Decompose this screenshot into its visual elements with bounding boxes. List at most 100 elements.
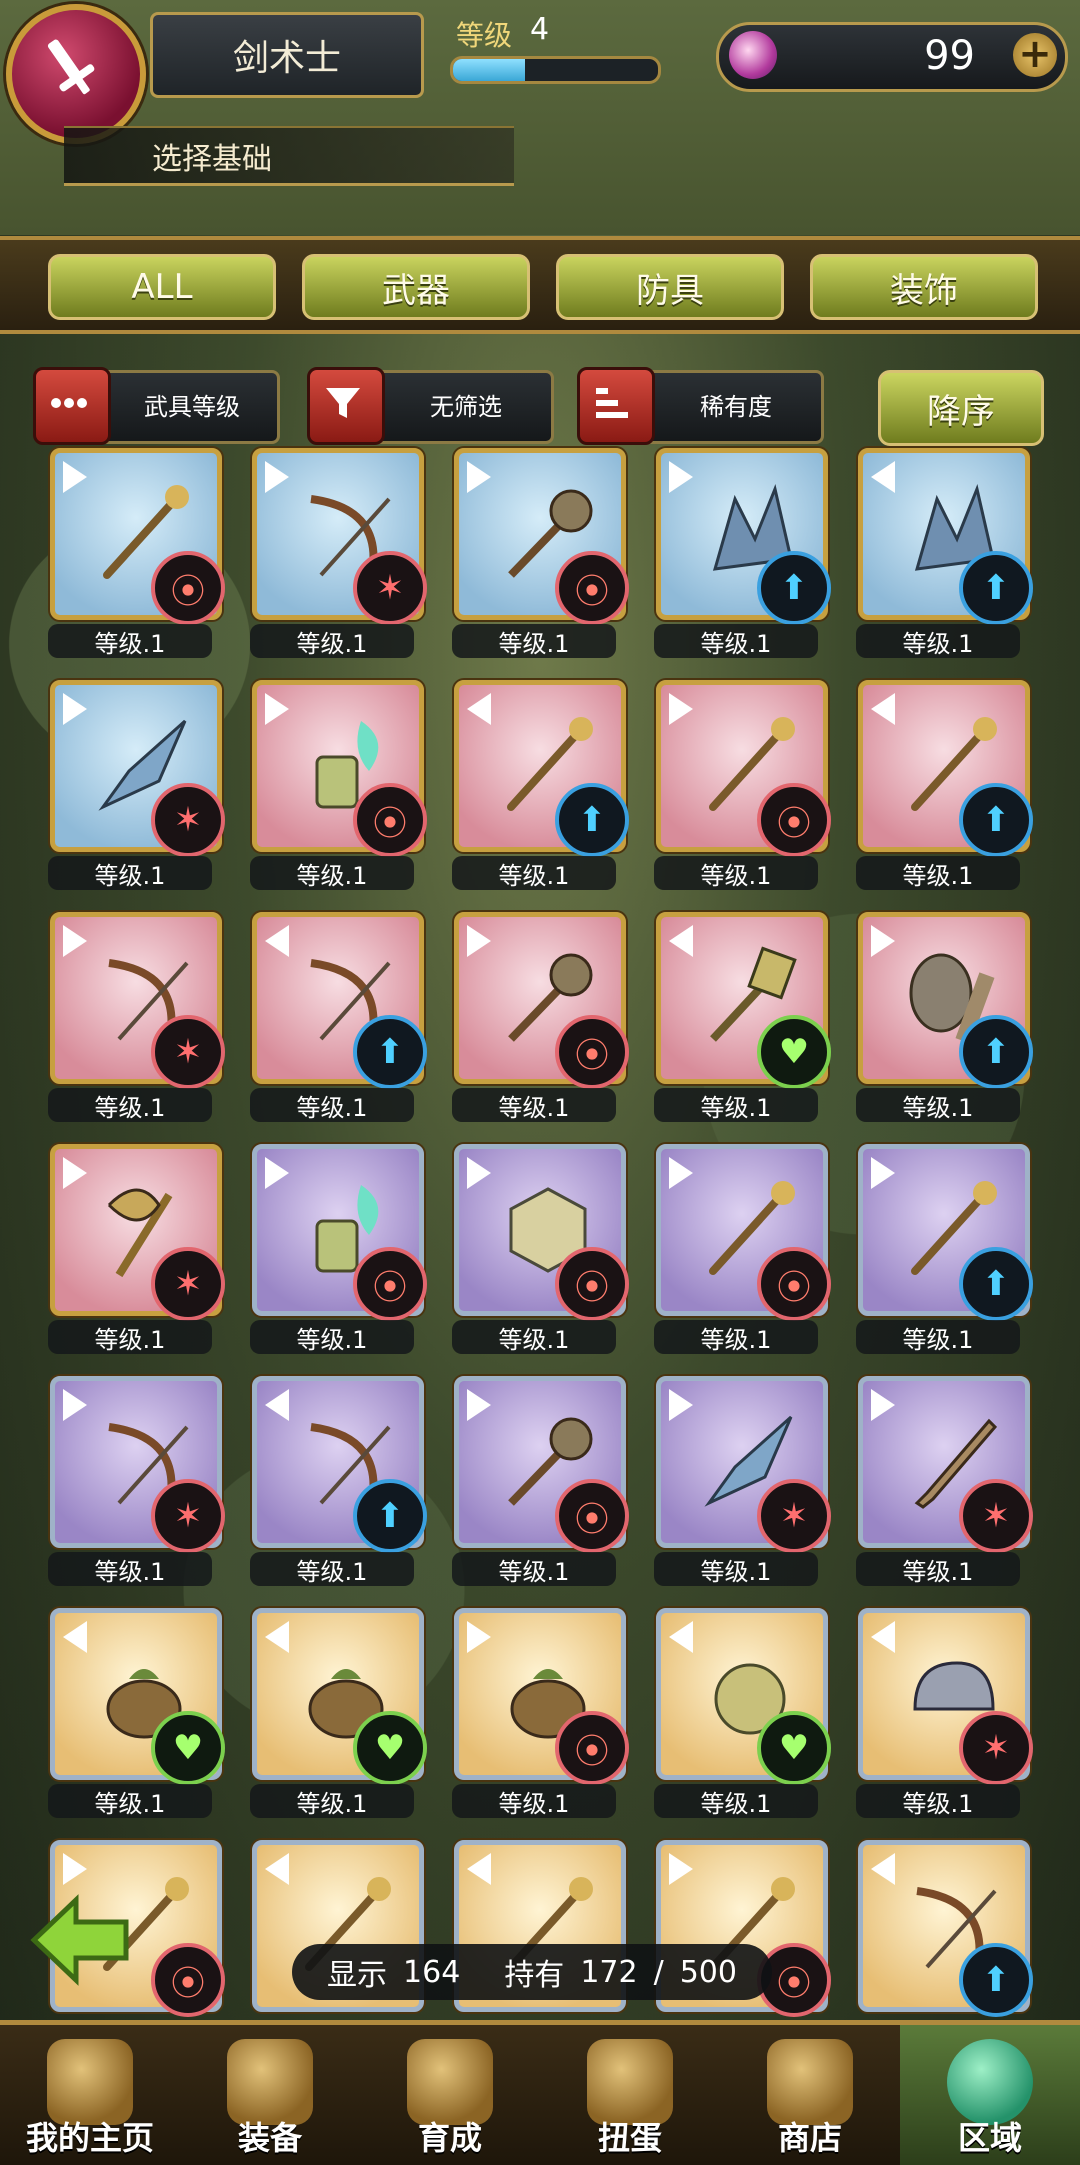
reverse-arrow-icon	[871, 1621, 895, 1653]
equipment-item[interactable]: ⦿ 等级.1	[438, 1136, 629, 1356]
fire-badge-icon: ✶	[959, 1479, 1033, 1553]
item-level: 等级.1	[452, 1552, 616, 1586]
nav-home[interactable]: 我的主页	[0, 2025, 180, 2165]
equipment-card[interactable]: ⦿	[50, 448, 225, 625]
tab-accessory[interactable]: 装饰	[810, 254, 1038, 320]
equipment-card[interactable]: ✶	[858, 1376, 1033, 1553]
equipment-card[interactable]: ⬆	[858, 448, 1033, 625]
equipment-card[interactable]: ✶	[50, 1144, 225, 1321]
more-icon	[33, 367, 111, 445]
equipment-item[interactable]: ⬆ 等级.1	[842, 904, 1033, 1124]
equipment-card[interactable]: ⦿	[252, 1144, 427, 1321]
equipment-card[interactable]: ⦿	[252, 680, 427, 857]
equipment-card[interactable]: ✶	[858, 1608, 1033, 1785]
reverse-arrow-icon	[669, 1621, 693, 1653]
equipment-item[interactable]: ⦿ 等级.1	[640, 1136, 831, 1356]
play-arrow-icon	[63, 461, 87, 493]
filter-button[interactable]: 无筛选	[307, 367, 554, 445]
reverse-arrow-icon	[265, 1621, 289, 1653]
equipment-item[interactable]: ✶ 等级.1	[640, 1368, 831, 1588]
gem-value: 99	[924, 33, 975, 79]
tab-all[interactable]: ALL	[48, 254, 276, 320]
xp-bar	[450, 56, 661, 84]
equipment-card[interactable]: ⬆	[858, 912, 1033, 1089]
tab-armor[interactable]: 防具	[556, 254, 784, 320]
play-arrow-icon	[871, 925, 895, 957]
equipment-item[interactable]: ✶ 等级.1	[34, 1136, 225, 1356]
swirl-badge-icon: ⦿	[151, 551, 225, 625]
equipment-card[interactable]: ⦿	[454, 1376, 629, 1553]
equipment-item[interactable]: ✶ 等级.1	[842, 1368, 1033, 1588]
funnel-icon	[307, 367, 385, 445]
equipment-item[interactable]: ⦿ 等级.1	[34, 440, 225, 660]
equipment-card[interactable]: ⦿	[454, 1144, 629, 1321]
play-arrow-icon	[467, 1157, 491, 1189]
equipment-item[interactable]: ⬆ 等级.1	[842, 440, 1033, 660]
count-separator: /	[653, 1954, 664, 1990]
job-name[interactable]: 剑术士	[150, 12, 424, 98]
equipment-card[interactable]: ⦿	[454, 448, 629, 625]
equipment-card[interactable]: ✶	[252, 448, 427, 625]
rarity-sort-button[interactable]: 稀有度	[577, 367, 824, 445]
nav-shop[interactable]: 商店	[720, 2025, 900, 2165]
equipment-item[interactable]: ✶ 等级.1	[34, 904, 225, 1124]
equipment-item[interactable]: ⬆ 等级.1	[842, 672, 1033, 892]
equipment-grid[interactable]: ⦿ 等级.1 ✶ 等级.1 ⦿ 等级.1 ⬆ 等级.1 ⬆ 等级.1 ✶ 等级.1 ⦿ 等级.1 ⬆ 等级.1…	[34, 440, 1044, 2020]
equipment-card[interactable]: ✶	[50, 680, 225, 857]
nav-equipment[interactable]: 装备	[180, 2025, 360, 2165]
descending-order-button[interactable]: 降序	[878, 370, 1044, 446]
level-sort-button[interactable]: 武具等级	[33, 367, 280, 445]
item-level: 等级.1	[452, 856, 616, 890]
swirl-badge-icon: ⦿	[555, 1711, 629, 1785]
equipment-item[interactable]: ♥ 等级.1	[236, 1600, 427, 1820]
equipment-card[interactable]: ♥	[656, 1608, 831, 1785]
equipment-item[interactable]: ⬆ 等级.1	[438, 672, 629, 892]
equipment-card[interactable]: ⦿	[454, 1608, 629, 1785]
equipment-card[interactable]: ✶	[50, 1376, 225, 1553]
equipment-card[interactable]: ⬆	[858, 1840, 1033, 2017]
equipment-item[interactable]: ⦿ 等级.1	[438, 440, 629, 660]
equipment-item[interactable]: ✶ 等级.1	[842, 1600, 1033, 1820]
equipment-card[interactable]: ⦿	[656, 1144, 831, 1321]
equipment-card[interactable]: ⬆	[858, 1144, 1033, 1321]
equipment-card[interactable]: ⬆	[252, 912, 427, 1089]
equipment-card[interactable]: ✶	[50, 912, 225, 1089]
equipment-item[interactable]: ♥ 等级.1	[640, 1600, 831, 1820]
equipment-card[interactable]: ♥	[656, 912, 831, 1089]
equipment-card[interactable]: ⬆	[454, 680, 629, 857]
equipment-item[interactable]: ⬆	[842, 1832, 1033, 2020]
equipment-card[interactable]: ⬆	[656, 448, 831, 625]
tab-weapon[interactable]: 武器	[302, 254, 530, 320]
nav-area[interactable]: 区域	[900, 2025, 1080, 2165]
add-gems-button[interactable]: +	[1013, 33, 1057, 77]
heart-badge-icon: ♥	[757, 1711, 831, 1785]
equipment-card[interactable]: ⦿	[454, 912, 629, 1089]
equipment-item[interactable]: ⬆ 等级.1	[640, 440, 831, 660]
nav-training[interactable]: 育成	[360, 2025, 540, 2165]
equipment-item[interactable]: ⦿ 等级.1	[438, 1368, 629, 1588]
equipment-card[interactable]: ✶	[656, 1376, 831, 1553]
equipment-item[interactable]: ⦿ 等级.1	[438, 1600, 629, 1820]
equipment-item[interactable]: ⦿ 等级.1	[236, 1136, 427, 1356]
equipment-item[interactable]: ✶ 等级.1	[34, 672, 225, 892]
equipment-card[interactable]: ♥	[50, 1608, 225, 1785]
equipment-item[interactable]: ♥ 等级.1	[640, 904, 831, 1124]
equipment-item[interactable]: ⬆ 等级.1	[842, 1136, 1033, 1356]
up-badge-icon: ⬆	[757, 551, 831, 625]
job-emblem-icon[interactable]	[6, 4, 146, 144]
equipment-item[interactable]: ⬆ 等级.1	[236, 1368, 427, 1588]
equipment-item[interactable]: ⦿ 等级.1	[640, 672, 831, 892]
back-arrow-icon[interactable]	[26, 1890, 136, 1990]
equipment-card[interactable]: ⬆	[858, 680, 1033, 857]
equipment-item[interactable]: ⦿ 等级.1	[236, 672, 427, 892]
equipment-item[interactable]: ⬆ 等级.1	[236, 904, 427, 1124]
equipment-item[interactable]: ✶ 等级.1	[34, 1368, 225, 1588]
equipment-item[interactable]: ⦿ 等级.1	[438, 904, 629, 1124]
equipment-card[interactable]: ⦿	[656, 680, 831, 857]
item-level: 等级.1	[452, 1784, 616, 1818]
equipment-card[interactable]: ♥	[252, 1608, 427, 1785]
equipment-item[interactable]: ♥ 等级.1	[34, 1600, 225, 1820]
equipment-item[interactable]: ✶ 等级.1	[236, 440, 427, 660]
equipment-card[interactable]: ⬆	[252, 1376, 427, 1553]
nav-gacha[interactable]: 扭蛋	[540, 2025, 720, 2165]
